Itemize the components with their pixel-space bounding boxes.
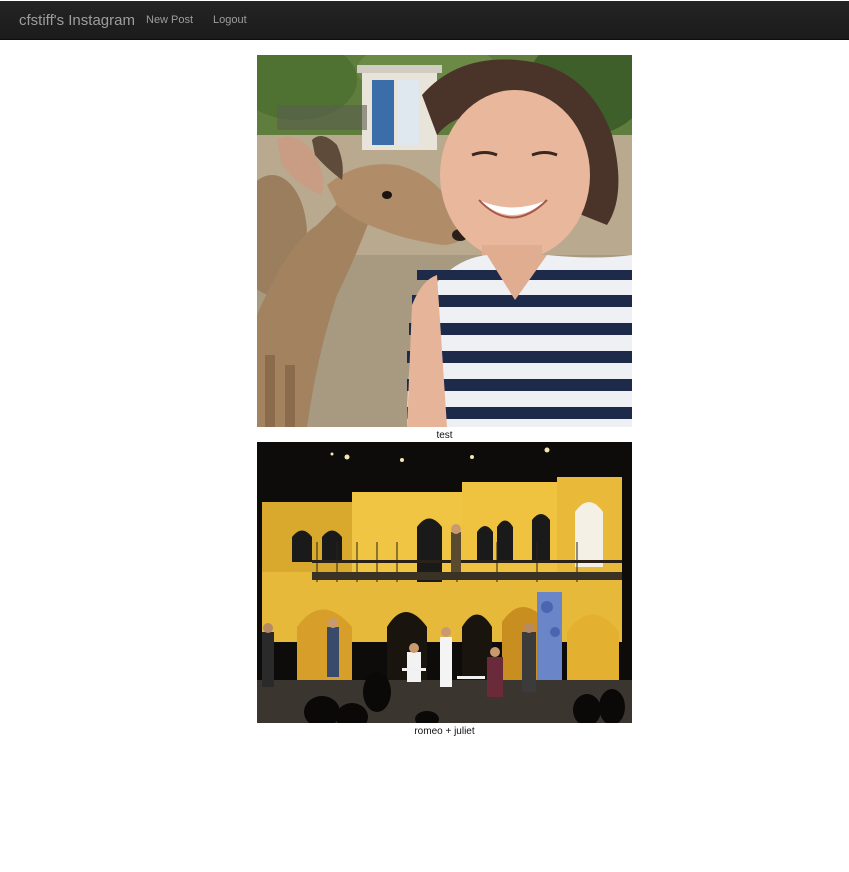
- new-post-link[interactable]: New Post: [146, 14, 193, 26]
- post-card: test: [257, 55, 632, 442]
- brand-link[interactable]: cfstiff's Instagram: [19, 12, 135, 29]
- post-caption: test: [436, 430, 453, 441]
- top-navbar: cfstiff's Instagram New Post Logout: [0, 1, 849, 40]
- selfie-with-deer-photo: [257, 55, 632, 427]
- theater-stage-photo: [257, 442, 632, 723]
- post-caption: romeo + juliet: [414, 726, 475, 737]
- logout-link[interactable]: Logout: [213, 14, 247, 26]
- post-card: romeo + juliet: [257, 442, 632, 738]
